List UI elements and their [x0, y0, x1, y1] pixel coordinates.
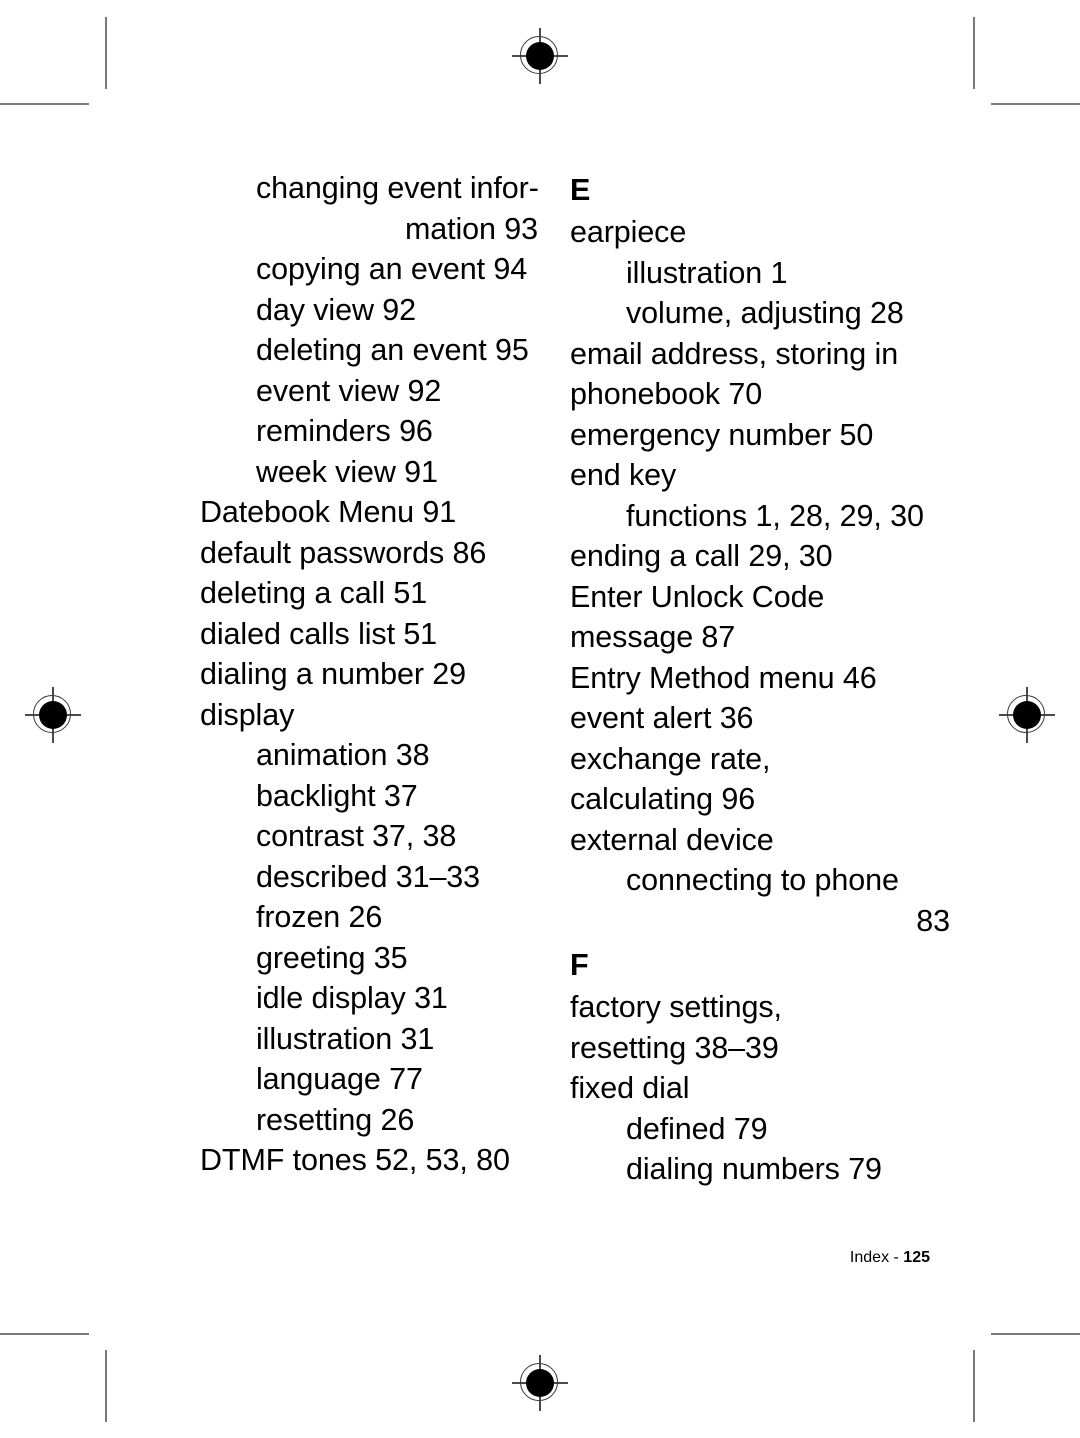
index-entry: external device	[570, 822, 774, 857]
index-entry: Enter Unlock Code	[570, 579, 825, 614]
index-entry: language 77	[256, 1062, 423, 1096]
index-entry: frozen 26	[256, 900, 383, 934]
index-entry: mation 93	[404, 211, 538, 246]
registration-dot	[526, 42, 554, 70]
index-entry: earpiece	[570, 215, 687, 249]
crop-mark-bottom-left-vertical	[105, 1350, 107, 1422]
index-entry: Entry Method menu 46	[570, 660, 877, 695]
index-entry: described 31–33	[256, 859, 481, 894]
index-entry: calculating 96	[570, 782, 756, 816]
index-entry: dialed calls list 51	[200, 616, 438, 651]
registration-dot	[526, 1369, 554, 1397]
index-letter-heading: E	[570, 173, 591, 207]
index-entry: default passwords 86	[200, 535, 487, 570]
index-entry: contrast 37, 38	[256, 819, 457, 853]
index-column-left: changing event infor-mation 93 copying an…	[200, 168, 570, 1181]
crop-mark-top-left-horizontal	[0, 103, 89, 105]
crop-mark-bottom-left-horizontal	[0, 1333, 89, 1335]
index-entry: backlight 37	[256, 778, 418, 813]
index-entry: functions 1, 28, 29, 30	[626, 498, 924, 533]
index-entry: event alert 36	[570, 701, 754, 735]
index-columns: changing event infor-mation 93 copying an…	[0, 168, 1080, 1190]
index-entry: 83	[916, 903, 950, 938]
index-entry: animation 38	[256, 738, 430, 772]
index-entry: illustration 31	[256, 1021, 435, 1056]
index-column-right: Eearpiece illustration 1 volume, adjusting…	[570, 168, 950, 1190]
index-entry: resetting 26	[256, 1102, 415, 1137]
index-entry: message 87	[570, 620, 736, 654]
index-entry: resetting 38–39	[570, 1030, 779, 1065]
index-entry: copying an event 94	[256, 252, 528, 286]
index-entry: reminders 96	[256, 414, 433, 448]
index-entry: illustration 1	[626, 255, 788, 290]
index-content: changing event infor-mation 93 copying an…	[0, 168, 1080, 1190]
index-entry: idle display 31	[256, 981, 448, 1015]
index-letter-heading: F	[570, 948, 589, 982]
index-entry: greeting 35	[256, 940, 408, 975]
index-entry: factory settings,	[570, 990, 782, 1024]
index-entry: emergency number 50	[570, 417, 874, 452]
index-entry: end key	[570, 458, 677, 492]
index-entry: connecting to phone	[626, 863, 899, 897]
footer-label: Index -	[849, 1249, 899, 1266]
page-footer: Index - 125	[0, 1248, 1080, 1268]
index-entry: week view 91	[256, 454, 438, 489]
registration-mark-bottom-center	[512, 1355, 568, 1411]
index-entry: dialing numbers 79	[626, 1152, 882, 1186]
index-entry: DTMF tones 52, 53, 80	[200, 1143, 510, 1177]
crop-mark-bottom-right-horizontal	[991, 1333, 1080, 1335]
index-entry: phonebook 70	[570, 377, 763, 411]
index-entry: dialing a number 29	[200, 657, 467, 691]
crop-mark-bottom-right-vertical	[973, 1350, 975, 1422]
crop-mark-top-right-vertical	[973, 17, 975, 89]
crop-mark-top-right-horizontal	[991, 103, 1080, 105]
index-entry: deleting a call 51	[200, 576, 428, 610]
index-entry: changing event infor-	[256, 171, 539, 205]
index-entry: volume, adjusting 28	[626, 296, 904, 330]
crop-mark-top-left-vertical	[105, 17, 107, 89]
index-entry: defined 79	[626, 1111, 768, 1146]
index-entry: day view 92	[256, 292, 416, 327]
index-entry: display	[200, 697, 295, 732]
index-entry: deleting an event 95	[256, 333, 529, 367]
index-entry: exchange rate,	[570, 741, 771, 776]
index-entry: ending a call 29, 30	[570, 539, 833, 573]
index-entry: event view 92	[256, 373, 442, 408]
index-entry: email address, storing in	[570, 336, 899, 371]
index-entry: fixed dial	[570, 1071, 690, 1105]
registration-mark-top-center	[512, 28, 568, 84]
footer-page-number: 125	[903, 1249, 930, 1266]
index-entry: Datebook Menu 91	[200, 495, 457, 529]
